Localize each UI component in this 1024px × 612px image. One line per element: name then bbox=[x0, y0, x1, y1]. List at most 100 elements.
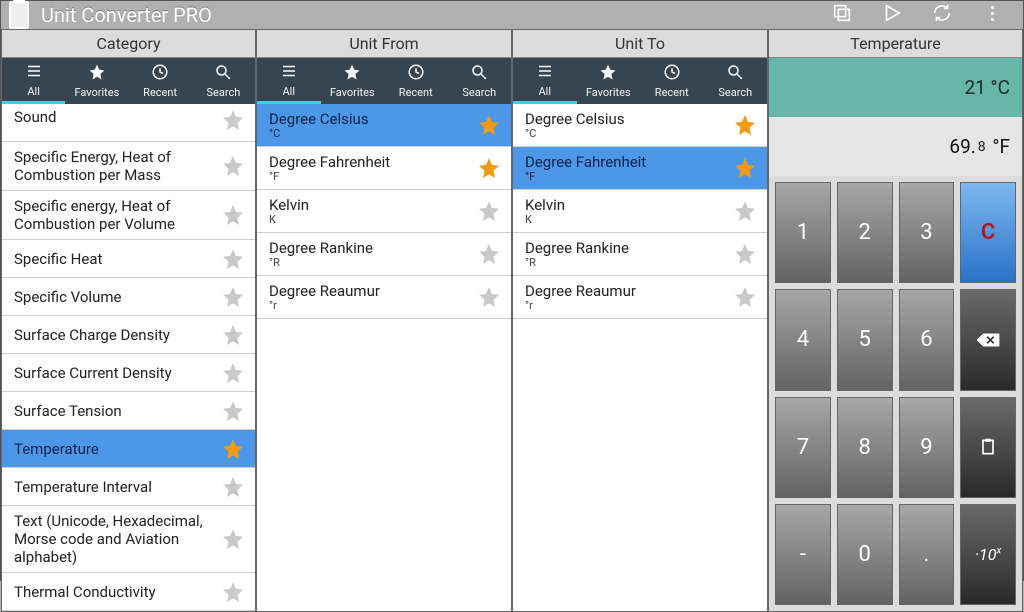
star-icon[interactable] bbox=[221, 527, 245, 551]
category-row[interactable]: Sound bbox=[2, 104, 255, 142]
key-2[interactable]: 2 bbox=[837, 182, 893, 283]
star-icon[interactable] bbox=[733, 242, 757, 266]
unit-from-row[interactable]: Degree Rankine°R bbox=[257, 233, 511, 276]
unit-from-tab-all[interactable]: All bbox=[257, 58, 321, 104]
key-5[interactable]: 5 bbox=[837, 289, 893, 390]
star-icon[interactable] bbox=[221, 108, 245, 132]
key-1[interactable]: 1 bbox=[775, 182, 831, 283]
tab-label: Recent bbox=[143, 86, 177, 99]
play-icon[interactable] bbox=[881, 2, 903, 28]
category-tab-all[interactable]: All bbox=[2, 58, 65, 104]
all-icon bbox=[280, 62, 298, 83]
star-icon[interactable] bbox=[477, 156, 501, 180]
unit-symbol: °F bbox=[269, 171, 477, 183]
key-minus[interactable]: - bbox=[775, 504, 831, 605]
unit-to-tabs: All FavoritesRecentSearch bbox=[513, 58, 767, 104]
unit-to-tab-all[interactable]: All bbox=[513, 58, 577, 104]
category-row[interactable]: Temperature Interval bbox=[2, 468, 255, 506]
tab-label: All bbox=[27, 85, 40, 98]
star-icon[interactable] bbox=[221, 247, 245, 271]
unit-from-tab-recent[interactable]: Recent bbox=[384, 58, 448, 104]
column-header-category: Category bbox=[2, 30, 255, 58]
category-tab-favorites[interactable]: Favorites bbox=[65, 58, 128, 104]
star-icon[interactable] bbox=[221, 437, 245, 461]
star-icon[interactable] bbox=[221, 580, 245, 604]
unit-name: Kelvin bbox=[525, 196, 733, 214]
star-icon[interactable] bbox=[733, 199, 757, 223]
unit-to-tab-recent[interactable]: Recent bbox=[640, 58, 704, 104]
category-row[interactable]: Surface Tension bbox=[2, 392, 255, 430]
key-exponent[interactable]: ·10x bbox=[960, 504, 1016, 605]
unit-symbol: °R bbox=[269, 257, 477, 269]
key-0[interactable]: 0 bbox=[837, 504, 893, 605]
star-icon[interactable] bbox=[733, 113, 757, 137]
star-icon[interactable] bbox=[221, 475, 245, 499]
category-name: Temperature Interval bbox=[14, 478, 221, 496]
category-row[interactable]: Surface Charge Density bbox=[2, 316, 255, 354]
star-icon[interactable] bbox=[221, 285, 245, 309]
key-7[interactable]: 7 bbox=[775, 397, 831, 498]
unit-from-tab-search[interactable]: Search bbox=[448, 58, 512, 104]
unit-to-tab-favorites[interactable]: Favorites bbox=[577, 58, 641, 104]
copy-icon[interactable] bbox=[831, 2, 853, 28]
category-row[interactable]: Specific energy, Heat of Combustion per … bbox=[2, 191, 255, 240]
unit-to-tab-search[interactable]: Search bbox=[704, 58, 768, 104]
category-row[interactable]: Text (Unicode, Hexadecimal, Morse code a… bbox=[2, 506, 255, 573]
star-icon[interactable] bbox=[221, 399, 245, 423]
category-row[interactable]: Specific Volume bbox=[2, 278, 255, 316]
key-3[interactable]: 3 bbox=[899, 182, 955, 283]
input-readout[interactable]: 21 °C bbox=[769, 58, 1022, 117]
unit-to-row[interactable]: Degree Reaumur°r bbox=[513, 276, 767, 319]
star-icon[interactable] bbox=[221, 361, 245, 385]
refresh-icon[interactable] bbox=[931, 2, 953, 28]
category-row[interactable]: Thermal Conductivity bbox=[2, 573, 255, 611]
category-name: Surface Current Density bbox=[14, 364, 221, 382]
all-icon bbox=[536, 62, 554, 83]
star-icon[interactable] bbox=[221, 203, 245, 227]
unit-from-tab-favorites[interactable]: Favorites bbox=[321, 58, 385, 104]
star-icon[interactable] bbox=[733, 156, 757, 180]
category-row[interactable]: Surface Current Density bbox=[2, 354, 255, 392]
favorites-icon bbox=[599, 63, 617, 84]
unit-to-row[interactable]: Degree Rankine°R bbox=[513, 233, 767, 276]
key-backspace[interactable] bbox=[960, 289, 1016, 390]
unit-to-row[interactable]: Degree Celsius°C bbox=[513, 104, 767, 147]
key-clear[interactable]: C bbox=[960, 182, 1016, 283]
star-icon[interactable] bbox=[477, 242, 501, 266]
input-unit: °C bbox=[991, 76, 1010, 99]
star-icon[interactable] bbox=[477, 199, 501, 223]
category-name: Surface Tension bbox=[14, 402, 221, 420]
app-logo-icon bbox=[9, 1, 29, 29]
star-icon[interactable] bbox=[221, 323, 245, 347]
more-icon[interactable] bbox=[981, 2, 1003, 24]
unit-from-row[interactable]: KelvinK bbox=[257, 190, 511, 233]
category-name: Sound bbox=[14, 108, 221, 126]
key-6[interactable]: 6 bbox=[899, 289, 955, 390]
category-tab-recent[interactable]: Recent bbox=[129, 58, 192, 104]
unit-from-row[interactable]: Degree Fahrenheit°F bbox=[257, 147, 511, 190]
key-8[interactable]: 8 bbox=[837, 397, 893, 498]
category-row[interactable]: Specific Heat bbox=[2, 240, 255, 278]
unit-from-list: Degree Celsius°CDegree Fahrenheit°FKelvi… bbox=[257, 104, 511, 611]
category-name: Specific energy, Heat of Combustion per … bbox=[14, 197, 221, 233]
unit-to-row[interactable]: Degree Fahrenheit°F bbox=[513, 147, 767, 190]
category-row[interactable]: Specific Energy, Heat of Combustion per … bbox=[2, 142, 255, 191]
key-dot[interactable]: . bbox=[899, 504, 955, 605]
key-9[interactable]: 9 bbox=[899, 397, 955, 498]
star-icon[interactable] bbox=[221, 154, 245, 178]
unit-from-row[interactable]: Degree Celsius°C bbox=[257, 104, 511, 147]
star-icon[interactable] bbox=[477, 285, 501, 309]
tab-label: All bbox=[538, 85, 551, 98]
star-icon[interactable] bbox=[477, 113, 501, 137]
star-icon[interactable] bbox=[733, 285, 757, 309]
search-icon bbox=[726, 63, 744, 84]
category-name: Temperature bbox=[14, 440, 221, 458]
unit-to-row[interactable]: KelvinK bbox=[513, 190, 767, 233]
key-paste[interactable] bbox=[960, 397, 1016, 498]
output-whole: 69. bbox=[949, 135, 975, 158]
category-tab-search[interactable]: Search bbox=[192, 58, 255, 104]
category-row[interactable]: Temperature bbox=[2, 430, 255, 468]
output-readout[interactable]: 69.8 °F bbox=[769, 117, 1022, 176]
key-4[interactable]: 4 bbox=[775, 289, 831, 390]
unit-from-row[interactable]: Degree Reaumur°r bbox=[257, 276, 511, 319]
